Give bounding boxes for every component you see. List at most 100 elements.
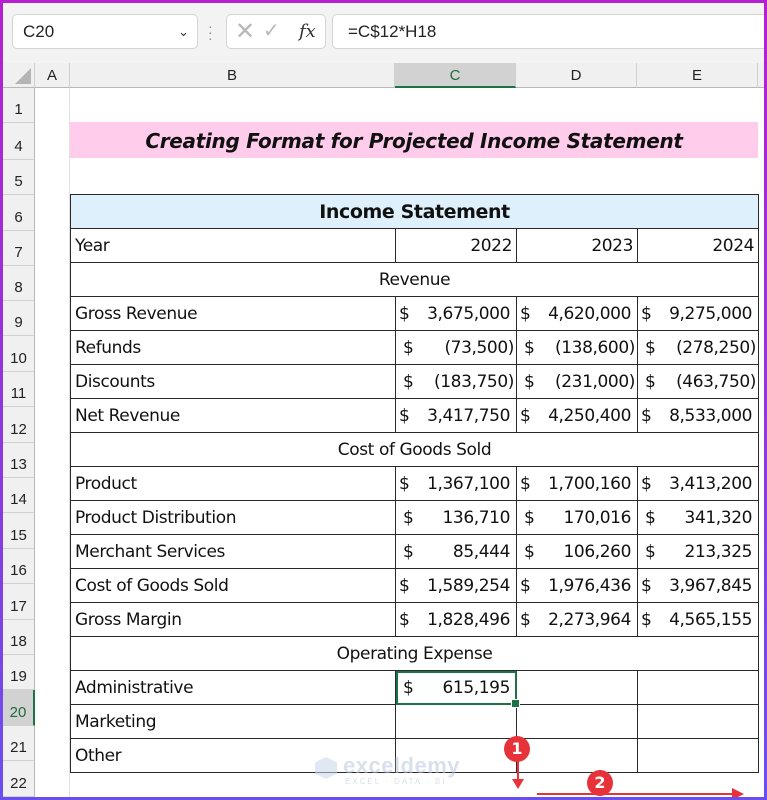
value-cell[interactable]: $1,589,254 — [395, 568, 517, 603]
value-cell[interactable]: $ (138,600) — [516, 330, 638, 365]
section-header-cogs[interactable]: Cost of Goods Sold — [69, 432, 760, 467]
value-cell[interactable]: $ (463,750) — [636, 364, 760, 399]
row-label[interactable]: Merchant Services — [70, 534, 396, 569]
value-cell[interactable]: $ (231,000) — [516, 364, 638, 399]
year-cell[interactable]: 2023 — [516, 228, 638, 263]
value-cell[interactable]: $1,700,160 — [516, 466, 638, 501]
row-header-8[interactable]: 8 — [3, 266, 35, 301]
value-cell[interactable]: $3,417,750 — [395, 398, 517, 433]
row-label[interactable]: Product Distribution — [70, 500, 396, 535]
cancel-icon[interactable]: ✕ — [235, 15, 255, 48]
row-label[interactable]: Discounts — [70, 364, 396, 399]
row-header-18[interactable]: 18 — [3, 620, 35, 655]
value-cell[interactable]: $9,275,000 — [636, 296, 760, 331]
row-label[interactable]: Administrative — [70, 670, 396, 705]
value-cell[interactable]: $3,675,000 — [395, 296, 517, 331]
column-header-b[interactable]: B — [70, 63, 395, 88]
currency-symbol: $ — [403, 338, 414, 358]
enter-check-icon[interactable]: ✓ — [263, 15, 280, 48]
row-header-10[interactable]: 10 — [3, 336, 35, 372]
column-header-f[interactable] — [758, 63, 764, 88]
row-header-20[interactable]: 20 — [3, 690, 35, 726]
row-header-11[interactable]: 11 — [3, 372, 35, 407]
value-cell[interactable]: $ (73,500) — [395, 330, 517, 365]
row-header-22[interactable]: 22 — [3, 761, 35, 797]
fill-handle[interactable] — [511, 699, 520, 708]
value-cell[interactable]: $85,444 — [395, 534, 517, 569]
row-label[interactable]: Gross Revenue — [70, 296, 396, 331]
table-row: Product Distribution $136,710 $170,016 $341… — [70, 500, 760, 535]
value-cell[interactable] — [636, 738, 760, 773]
value-cell[interactable] — [516, 738, 638, 773]
chevron-down-icon[interactable]: ⌄ — [178, 15, 189, 48]
value-cell[interactable]: $3,967,845 — [636, 568, 760, 603]
section-header-opex[interactable]: Operating Expense — [69, 636, 760, 671]
value-cell[interactable] — [636, 670, 760, 705]
value-cell[interactable]: $4,565,155 — [636, 602, 760, 637]
currency-symbol: $ — [641, 304, 652, 324]
row-header-17[interactable]: 17 — [3, 584, 35, 620]
value-cell[interactable]: $8,533,000 — [636, 398, 760, 433]
column-header-a[interactable]: A — [35, 63, 70, 88]
value-cell[interactable]: $4,620,000 — [516, 296, 638, 331]
row-label[interactable]: Refunds — [70, 330, 396, 365]
active-cell-c20[interactable]: $615,195 — [395, 670, 520, 708]
row-label[interactable]: Marketing — [70, 704, 396, 739]
currency-symbol: $ — [403, 372, 414, 392]
row-header-1[interactable]: 1 — [3, 88, 35, 123]
row-label[interactable]: Cost of Goods Sold — [70, 568, 396, 603]
value-cell[interactable]: $1,976,436 — [516, 568, 638, 603]
row-number: 4 — [14, 138, 23, 155]
value-cell[interactable]: $106,260 — [516, 534, 638, 569]
amount: 615,195 — [442, 678, 511, 698]
column-header-c[interactable]: C — [395, 63, 516, 88]
value-cell[interactable]: $1,367,100 — [395, 466, 517, 501]
currency-symbol: $ — [403, 678, 414, 698]
row-label[interactable]: Product — [70, 466, 396, 501]
value-cell[interactable] — [395, 704, 517, 739]
row-header-19[interactable]: 19 — [3, 655, 35, 690]
select-all-button[interactable] — [3, 63, 35, 88]
more-options-icon[interactable]: · · · — [208, 19, 213, 45]
year-cell[interactable]: 2022 — [395, 228, 517, 263]
year-cell[interactable]: 2024 — [636, 228, 760, 263]
value-cell[interactable]: $ (183,750) — [395, 364, 517, 399]
value-cell[interactable]: $136,710 — [395, 500, 517, 535]
column-header-e[interactable]: E — [637, 63, 758, 88]
row-header-12[interactable]: 12 — [3, 407, 35, 443]
row-number: 5 — [14, 173, 23, 190]
row-header-5[interactable]: 5 — [3, 160, 35, 195]
row-header-9[interactable]: 9 — [3, 301, 35, 336]
value-cell[interactable] — [516, 670, 638, 705]
row-header-7[interactable]: 7 — [3, 231, 35, 266]
value-cell[interactable]: $2,273,964 — [516, 602, 638, 637]
formula-input[interactable]: =C$12*H18 — [332, 14, 764, 49]
row-header-4[interactable]: 4 — [3, 123, 35, 160]
row-header-13[interactable]: 13 — [3, 443, 35, 478]
value-cell[interactable]: $341,320 — [636, 500, 760, 535]
name-box[interactable]: C20 ⌄ — [12, 14, 198, 49]
value-cell[interactable] — [636, 704, 760, 739]
row-header-16[interactable]: 16 — [3, 549, 35, 584]
row-header-21[interactable]: 21 — [3, 726, 35, 761]
row-label[interactable]: Net Revenue — [70, 398, 396, 433]
column-header-d[interactable]: D — [516, 63, 637, 88]
currency-symbol: $ — [403, 542, 414, 562]
value-cell[interactable]: $1,828,496 — [395, 602, 517, 637]
value-cell[interactable]: $4,250,400 — [516, 398, 638, 433]
row-header-15[interactable]: 15 — [3, 513, 35, 549]
value-cell[interactable]: $ (278,250) — [636, 330, 760, 365]
value-cell[interactable] — [516, 704, 638, 739]
row-header-14[interactable]: 14 — [3, 478, 35, 513]
value-cell[interactable]: $3,413,200 — [636, 466, 760, 501]
value-cell[interactable]: $170,016 — [516, 500, 638, 535]
section-header-revenue[interactable]: Revenue — [69, 262, 760, 297]
row-number: 1 — [14, 101, 23, 118]
row-number: 13 — [10, 456, 27, 473]
year-label[interactable]: Year — [70, 228, 396, 263]
table-header[interactable]: Income Statement — [69, 194, 760, 229]
value-cell[interactable]: $213,325 — [636, 534, 760, 569]
row-label[interactable]: Gross Margin — [70, 602, 396, 637]
insert-function-icon[interactable]: fx — [299, 15, 316, 48]
row-header-6[interactable]: 6 — [3, 195, 35, 231]
